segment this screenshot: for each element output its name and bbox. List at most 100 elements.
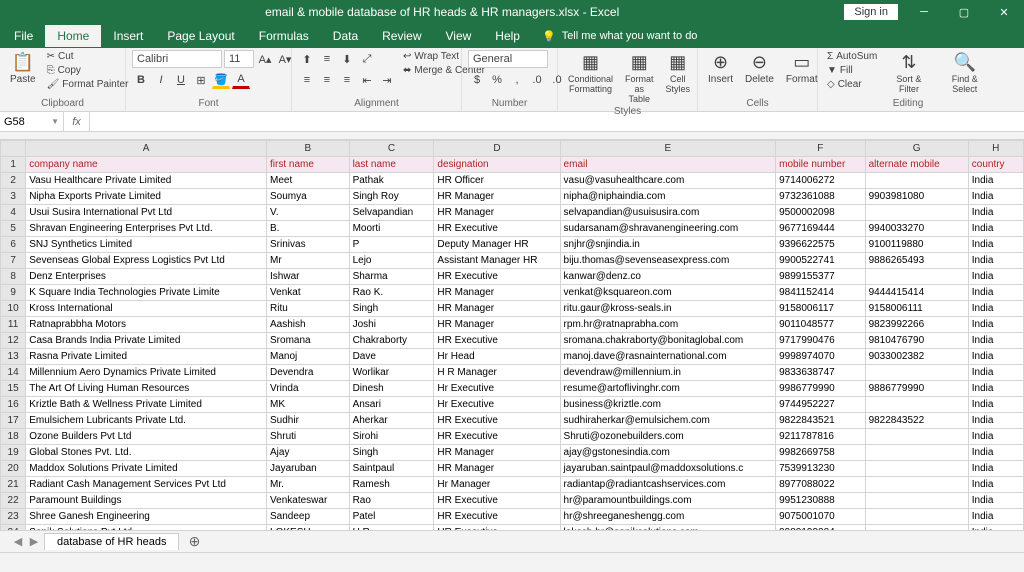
- row-header[interactable]: 9: [1, 285, 26, 301]
- sheet-nav-prev-icon[interactable]: ◀: [10, 535, 26, 548]
- sort-filter-button[interactable]: ⇅Sort & Filter: [884, 50, 933, 96]
- data-cell[interactable]: Moorti: [349, 221, 434, 237]
- data-cell[interactable]: HR Executive: [434, 269, 560, 285]
- data-cell[interactable]: Maddox Solutions Private Limited: [26, 461, 267, 477]
- data-cell[interactable]: Vasu Healthcare Private Limited: [26, 173, 267, 189]
- data-cell[interactable]: 7539913230: [776, 461, 865, 477]
- data-cell[interactable]: Sandeep: [267, 509, 350, 525]
- row-header[interactable]: 12: [1, 333, 26, 349]
- data-cell[interactable]: India: [968, 173, 1023, 189]
- align-bottom-icon[interactable]: ⬇: [338, 50, 356, 68]
- data-cell[interactable]: Chakraborty: [349, 333, 434, 349]
- data-cell[interactable]: India: [968, 237, 1023, 253]
- format-cells-button[interactable]: ▭Format: [782, 50, 822, 87]
- underline-button[interactable]: U: [172, 71, 190, 89]
- data-cell[interactable]: Meet: [267, 173, 350, 189]
- data-cell[interactable]: Singh: [349, 301, 434, 317]
- row-header[interactable]: 21: [1, 477, 26, 493]
- data-cell[interactable]: 9744952227: [776, 397, 865, 413]
- col-header-G[interactable]: G: [865, 141, 968, 157]
- data-cell[interactable]: kanwar@denz.co: [560, 269, 776, 285]
- data-cell[interactable]: Rasna Private Limited: [26, 349, 267, 365]
- data-cell[interactable]: lokesh.hr@sepiksolutions.com: [560, 525, 776, 531]
- col-header-E[interactable]: E: [560, 141, 776, 157]
- copy-button[interactable]: ⎘Copy: [44, 64, 132, 77]
- data-cell[interactable]: 9500002098: [776, 205, 865, 221]
- data-cell[interactable]: Srinivas: [267, 237, 350, 253]
- data-cell[interactable]: B.: [267, 221, 350, 237]
- data-cell[interactable]: LOKESH: [267, 525, 350, 531]
- data-cell[interactable]: Soumya: [267, 189, 350, 205]
- data-cell[interactable]: 9158006117: [776, 301, 865, 317]
- comma-icon[interactable]: ,: [508, 71, 526, 89]
- data-cell[interactable]: nipha@niphaindia.com: [560, 189, 776, 205]
- data-cell[interactable]: Denz Enterprises: [26, 269, 267, 285]
- row-header[interactable]: 7: [1, 253, 26, 269]
- row-header[interactable]: 6: [1, 237, 26, 253]
- data-cell[interactable]: Hr Head: [434, 349, 560, 365]
- data-cell[interactable]: 9075001070: [776, 509, 865, 525]
- data-cell[interactable]: [865, 525, 968, 531]
- data-cell[interactable]: Sepik Solutions Pvt Ltd: [26, 525, 267, 531]
- fill-color-button[interactable]: 🪣: [212, 71, 230, 89]
- data-cell[interactable]: 9998974070: [776, 349, 865, 365]
- data-cell[interactable]: [865, 493, 968, 509]
- data-cell[interactable]: 8977088022: [776, 477, 865, 493]
- data-cell[interactable]: Worlikar: [349, 365, 434, 381]
- row-header[interactable]: 24: [1, 525, 26, 531]
- data-cell[interactable]: India: [968, 333, 1023, 349]
- data-cell[interactable]: 9444415414: [865, 285, 968, 301]
- data-cell[interactable]: Lejo: [349, 253, 434, 269]
- tab-home[interactable]: Home: [45, 25, 101, 47]
- data-cell[interactable]: Rao: [349, 493, 434, 509]
- tab-data[interactable]: Data: [321, 25, 370, 47]
- data-cell[interactable]: 9940033270: [865, 221, 968, 237]
- data-cell[interactable]: Ritu: [267, 301, 350, 317]
- data-cell[interactable]: India: [968, 205, 1023, 221]
- data-cell[interactable]: snjhr@snjindia.in: [560, 237, 776, 253]
- data-cell[interactable]: Ozone Builders Pvt Ltd: [26, 429, 267, 445]
- data-cell[interactable]: 9886265493: [865, 253, 968, 269]
- data-cell[interactable]: India: [968, 189, 1023, 205]
- find-select-button[interactable]: 🔍Find & Select: [938, 50, 992, 96]
- data-cell[interactable]: [865, 477, 968, 493]
- name-box[interactable]: G58▼: [0, 112, 64, 131]
- header-cell[interactable]: first name: [267, 157, 350, 173]
- data-cell[interactable]: Shruti@ozonebuilders.com: [560, 429, 776, 445]
- row-header[interactable]: 22: [1, 493, 26, 509]
- data-cell[interactable]: 9886779990: [865, 381, 968, 397]
- header-cell[interactable]: country: [968, 157, 1023, 173]
- data-cell[interactable]: Dinesh: [349, 381, 434, 397]
- row-header[interactable]: 4: [1, 205, 26, 221]
- data-cell[interactable]: [865, 397, 968, 413]
- bold-button[interactable]: B: [132, 71, 150, 89]
- data-cell[interactable]: India: [968, 429, 1023, 445]
- maximize-button[interactable]: ▢: [944, 0, 984, 24]
- data-cell[interactable]: 9841152414: [776, 285, 865, 301]
- data-cell[interactable]: rpm.hr@ratnaprabha.com: [560, 317, 776, 333]
- data-cell[interactable]: vasu@vasuhealthcare.com: [560, 173, 776, 189]
- row-header[interactable]: 14: [1, 365, 26, 381]
- tell-me-input[interactable]: 💡 Tell me what you want to do: [542, 30, 697, 43]
- col-header-D[interactable]: D: [434, 141, 560, 157]
- header-cell[interactable]: company name: [26, 157, 267, 173]
- data-cell[interactable]: HR Manager: [434, 285, 560, 301]
- data-cell[interactable]: 9396622575: [776, 237, 865, 253]
- col-header-H[interactable]: H: [968, 141, 1023, 157]
- minimize-button[interactable]: ─: [904, 0, 944, 24]
- data-cell[interactable]: 9986779990: [776, 381, 865, 397]
- row-header[interactable]: 19: [1, 445, 26, 461]
- data-cell[interactable]: [865, 461, 968, 477]
- data-cell[interactable]: India: [968, 397, 1023, 413]
- data-cell[interactable]: Venkat: [267, 285, 350, 301]
- data-cell[interactable]: Paramount Buildings: [26, 493, 267, 509]
- data-cell[interactable]: jayaruban.saintpaul@maddoxsolutions.c: [560, 461, 776, 477]
- tab-help[interactable]: Help: [483, 25, 532, 47]
- data-cell[interactable]: Shravan Engineering Enterprises Pvt Ltd.: [26, 221, 267, 237]
- data-cell[interactable]: Saintpaul: [349, 461, 434, 477]
- data-cell[interactable]: HR Manager: [434, 301, 560, 317]
- data-cell[interactable]: India: [968, 317, 1023, 333]
- select-all-corner[interactable]: [1, 141, 26, 157]
- format-as-table-button[interactable]: ▦Format as Table: [621, 50, 658, 106]
- data-cell[interactable]: Nipha Exports Private Limited: [26, 189, 267, 205]
